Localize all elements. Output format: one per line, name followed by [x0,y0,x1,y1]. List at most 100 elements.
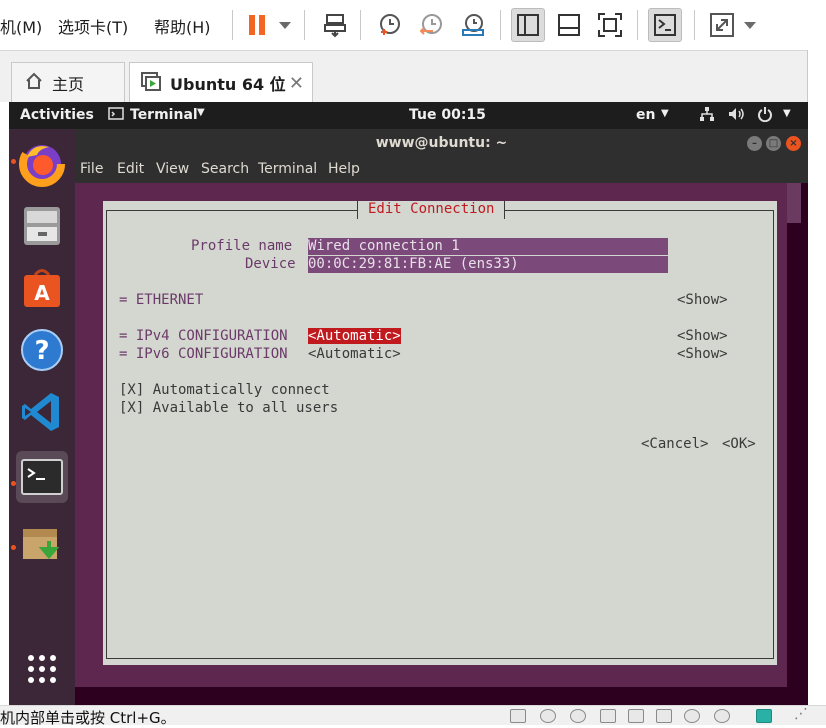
dock-archive[interactable] [16,518,68,570]
ipv6-show-button[interactable]: <Show> [677,346,728,362]
system-menu-caret-icon: ▼ [783,108,791,119]
ethernet-show-button[interactable]: <Show> [677,292,728,308]
app-grid-icon [28,655,56,683]
svg-text:?: ? [34,336,49,366]
full-screen-icon[interactable] [593,8,627,42]
stretch-guest-icon[interactable] [705,8,739,42]
usb-icon[interactable] [628,709,644,723]
printer-icon[interactable] [684,709,700,723]
clock[interactable]: Tue 00:15 [409,107,486,123]
cd-dvd-icon[interactable] [540,709,556,723]
dock-vscode[interactable] [16,386,68,438]
menu-help[interactable]: 帮助(H) [154,14,211,38]
terminal-app-icon [108,107,124,125]
files-icon [24,207,60,245]
library-view-icon[interactable] [511,8,545,42]
profile-name-input[interactable]: Wired connection 1 [308,238,668,255]
keyboard-caret-icon: ▼ [661,108,669,119]
gnome-top-bar: Activities Terminal ▼ Tue 00:15 en ▼ ▼ [9,102,808,129]
ubuntu-dock: A ? [9,129,75,705]
terminal-icon [21,459,63,495]
close-window-icon[interactable]: × [786,136,801,151]
software-center-icon: A [24,269,60,307]
tab-home[interactable]: 主页 [11,62,125,103]
all-users-checkbox[interactable]: [X] Available to all users [119,400,338,416]
message-log-icon[interactable] [756,709,772,723]
tab-ubuntu-vm[interactable]: Ubuntu 64 位 ✕ [129,62,313,103]
app-menu-button[interactable]: Terminal [130,107,198,123]
stretch-dropdown-caret[interactable] [744,22,756,29]
snapshot-icon[interactable] [372,8,406,42]
tab-strip: 主页 Ubuntu 64 位 ✕ [0,50,810,103]
device-input[interactable]: 00:0C:29:81:FB:AE (ens33) [308,256,668,273]
svg-text:A: A [34,281,50,305]
menu-terminal[interactable]: Terminal [258,161,317,177]
host-status-bar: 机内部单击或按 Ctrl+G。 ⋰ [0,705,826,727]
terminal-scrollbar[interactable] [787,183,801,687]
vm-screen[interactable]: Activities Terminal ▼ Tue 00:15 en ▼ ▼ A [9,102,808,705]
ipv6-mode-dropdown[interactable]: <Automatic> [308,346,401,362]
display-icon[interactable] [714,709,730,723]
snapshot-manager-icon[interactable] [456,8,490,42]
pause-dropdown-caret[interactable] [279,22,291,29]
terminal-title: www@ubuntu: ~ [375,135,508,151]
ipv4-section: = IPv4 CONFIGURATION [119,328,288,344]
ok-button[interactable]: <OK> [722,436,756,452]
power-icon[interactable] [757,106,773,126]
menu-view[interactable]: View [156,161,189,177]
activities-button[interactable]: Activities [20,107,94,123]
keyboard-layout[interactable]: en [636,107,655,123]
host-toolbar: 机(M) 选项卡(T) 帮助(H) [0,0,826,50]
ipv6-section: = IPv6 CONFIGURATION [119,346,288,362]
terminal-window[interactable]: www@ubuntu: ~ – □ × File Edit View Searc… [75,129,808,705]
menu-search[interactable]: Search [201,161,249,177]
profile-name-label: Profile name [191,238,293,254]
menu-edit[interactable]: Edit [117,161,144,177]
ethernet-section: = ETHERNET [119,292,204,308]
vscode-icon [22,393,59,431]
resize-grip-icon[interactable]: ⋰ [794,706,808,722]
terminal-titlebar[interactable]: www@ubuntu: ~ – □ × [75,129,808,157]
thumbnail-bar-icon[interactable] [552,8,586,42]
home-icon [24,71,44,95]
send-ctrl-alt-del-icon[interactable] [318,8,352,42]
dialog-border [106,210,774,659]
terminal-scrollbar-thumb[interactable] [787,183,801,223]
dock-show-applications[interactable] [16,643,68,695]
host-window-edge [808,50,826,705]
network-icon[interactable] [699,106,715,126]
tab-ubuntu-label: Ubuntu 64 位 [170,75,286,94]
toolbar-separator [694,10,695,40]
dock-files[interactable] [16,200,68,252]
menu-file[interactable]: File [80,161,103,177]
maximize-icon[interactable]: □ [766,136,781,151]
menu-help[interactable]: Help [328,161,360,177]
close-tab-icon[interactable]: ✕ [289,73,304,94]
toolbar-separator [232,10,233,40]
tab-home-label: 主页 [52,75,85,94]
menu-tabs[interactable]: 选项卡(T) [58,14,128,38]
toolbar-separator [360,10,361,40]
cd-dvd-2-icon[interactable] [570,709,586,723]
dock-terminal[interactable] [16,451,68,503]
dock-software[interactable]: A [16,262,68,314]
network-adapter-icon[interactable] [600,709,616,723]
dock-firefox[interactable] [16,138,68,190]
console-view-icon[interactable] [648,8,682,42]
terminal-body[interactable]: Edit Connection Profile name Wired conne… [75,183,808,687]
terminal-bottom-area [75,687,808,705]
minimize-icon[interactable]: – [747,136,762,151]
ipv4-mode-dropdown[interactable]: <Automatic> [308,328,401,344]
volume-icon[interactable] [727,106,745,126]
archive-icon [23,529,60,560]
ipv4-show-button[interactable]: <Show> [677,328,728,344]
dock-help[interactable]: ? [16,324,68,376]
pause-icon[interactable] [240,8,274,42]
nmtui-edit-dialog: Edit Connection Profile name Wired conne… [103,201,777,665]
sound-card-icon[interactable] [656,709,672,723]
menu-vm[interactable]: 机(M) [0,14,42,38]
cancel-button[interactable]: <Cancel> [641,436,708,452]
revert-snapshot-icon[interactable] [414,8,448,42]
hard-disk-icon[interactable] [510,709,526,723]
auto-connect-checkbox[interactable]: [X] Automatically connect [119,382,330,398]
